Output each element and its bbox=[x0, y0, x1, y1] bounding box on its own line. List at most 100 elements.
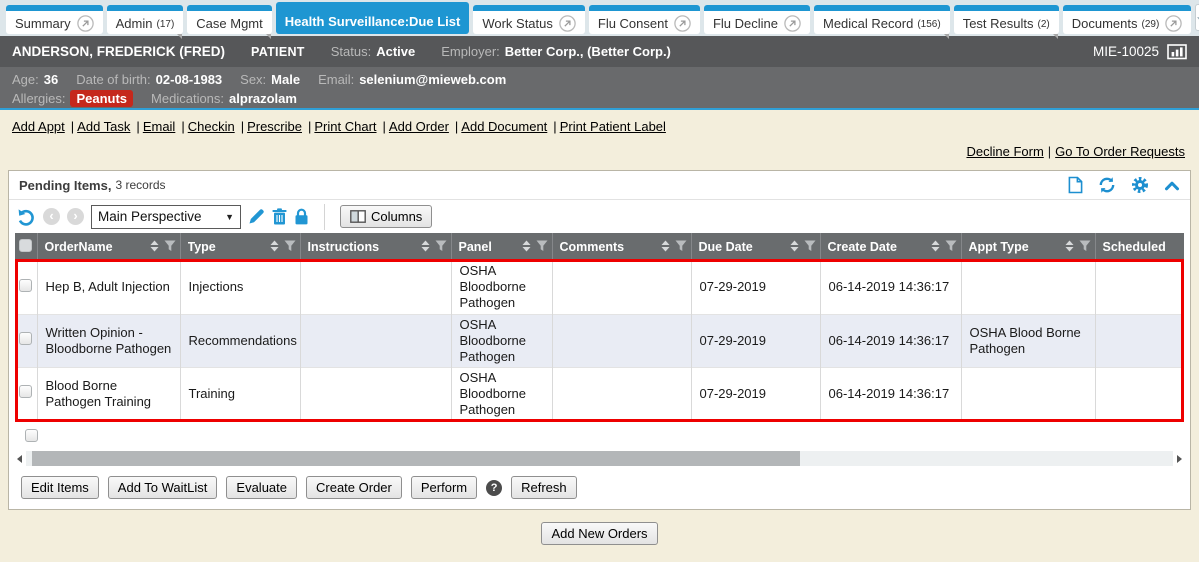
refresh-icon[interactable] bbox=[1098, 176, 1116, 194]
edit-pencil-icon[interactable] bbox=[248, 208, 265, 225]
columns-button[interactable]: Columns bbox=[340, 205, 432, 228]
filter-icon[interactable] bbox=[284, 240, 296, 255]
tab-flu-consent[interactable]: Flu Consent bbox=[589, 5, 700, 34]
tab-summary[interactable]: Summary bbox=[6, 5, 103, 34]
chevron-down-icon: ▼ bbox=[225, 212, 234, 222]
tab-work-status[interactable]: Work Status bbox=[473, 5, 585, 34]
collapse-chevron-icon[interactable] bbox=[1164, 180, 1180, 191]
filter-icon[interactable] bbox=[945, 240, 957, 255]
tab-corner-fold-icon bbox=[1053, 34, 1058, 39]
sort-icon[interactable] bbox=[790, 240, 799, 255]
sort-icon[interactable] bbox=[1065, 240, 1074, 255]
tab-overflow-button[interactable] bbox=[1195, 4, 1199, 31]
row-checkbox[interactable] bbox=[19, 385, 32, 398]
add-order-link[interactable]: Add Order bbox=[389, 119, 461, 134]
sort-icon[interactable] bbox=[931, 240, 940, 255]
cell-due-date: 07-29-2019 bbox=[691, 367, 820, 420]
select-all-bottom-checkbox[interactable] bbox=[25, 429, 38, 442]
new-document-icon[interactable] bbox=[1068, 176, 1083, 194]
open-in-new-icon[interactable] bbox=[559, 15, 576, 32]
bar-chart-icon[interactable] bbox=[1167, 44, 1187, 60]
tab-medical-record[interactable]: Medical Record (156) bbox=[814, 5, 950, 34]
edit-items-button[interactable]: Edit Items bbox=[21, 476, 99, 499]
column-header-instructions[interactable]: Instructions bbox=[300, 233, 451, 261]
decline-form-link[interactable]: Decline Form bbox=[966, 144, 1043, 159]
column-header-comments[interactable]: Comments bbox=[552, 233, 691, 261]
select-all-checkbox[interactable] bbox=[19, 239, 32, 252]
tab-test-results[interactable]: Test Results (2) bbox=[954, 5, 1059, 34]
column-header-type[interactable]: Type bbox=[180, 233, 300, 261]
filter-icon[interactable] bbox=[435, 240, 447, 255]
column-header-scheduled[interactable]: Scheduled bbox=[1095, 233, 1184, 261]
cell-type: Recommendations bbox=[180, 314, 300, 367]
add-task-link[interactable]: Add Task bbox=[77, 119, 143, 134]
add-to-waitlist-button[interactable]: Add To WaitList bbox=[108, 476, 218, 499]
patient-age: 36 bbox=[44, 70, 58, 89]
lock-icon[interactable] bbox=[294, 208, 309, 225]
header-row: OrderName Type Instructions Panel Commen… bbox=[15, 233, 1184, 261]
cell-instructions bbox=[300, 261, 451, 314]
tab-documents[interactable]: Documents (29) bbox=[1063, 5, 1192, 34]
column-header-due-date[interactable]: Due Date bbox=[691, 233, 820, 261]
open-in-new-icon[interactable] bbox=[674, 15, 691, 32]
scrollbar-thumb[interactable] bbox=[32, 451, 800, 466]
print-chart-link[interactable]: Print Chart bbox=[314, 119, 389, 134]
sort-icon[interactable] bbox=[421, 240, 430, 255]
patient-header-bar: ANDERSON, FREDERICK (FRED) PATIENT Statu… bbox=[0, 36, 1199, 67]
sort-icon[interactable] bbox=[522, 240, 531, 255]
undo-icon[interactable] bbox=[17, 208, 36, 226]
column-header-appt-type[interactable]: Appt Type bbox=[961, 233, 1095, 261]
checkin-link[interactable]: Checkin bbox=[188, 119, 247, 134]
tab-case-mgmt[interactable]: Case Mgmt bbox=[187, 5, 271, 34]
trash-icon[interactable] bbox=[272, 208, 287, 225]
pending-items-grid: OrderName Type Instructions Panel Commen… bbox=[15, 233, 1184, 420]
filter-icon[interactable] bbox=[804, 240, 816, 255]
sort-icon[interactable] bbox=[661, 240, 670, 255]
tab-flu-decline[interactable]: Flu Decline bbox=[704, 5, 810, 34]
tab-admin[interactable]: Admin (17) bbox=[107, 5, 184, 34]
order-links: Decline Form|Go To Order Requests bbox=[0, 138, 1199, 167]
employer-value: Better Corp., (Better Corp.) bbox=[505, 44, 671, 59]
scroll-left-arrow[interactable] bbox=[17, 455, 22, 463]
tab-health-surveillance-due-list[interactable]: Health Surveillance:Due List bbox=[276, 2, 470, 34]
cell-comments bbox=[552, 261, 691, 314]
refresh-button[interactable]: Refresh bbox=[511, 476, 577, 499]
filter-icon[interactable] bbox=[536, 240, 548, 255]
help-icon[interactable]: ? bbox=[486, 480, 502, 496]
column-header-ordername[interactable]: OrderName bbox=[37, 233, 180, 261]
cell-type: Training bbox=[180, 367, 300, 420]
column-header-panel[interactable]: Panel bbox=[451, 233, 552, 261]
go-to-order-requests-link[interactable]: Go To Order Requests bbox=[1055, 144, 1185, 159]
filter-icon[interactable] bbox=[164, 240, 176, 255]
prescribe-link[interactable]: Prescribe bbox=[247, 119, 314, 134]
add-document-link[interactable]: Add Document bbox=[461, 119, 559, 134]
sort-icon[interactable] bbox=[270, 240, 279, 255]
filter-icon[interactable] bbox=[1079, 240, 1091, 255]
row-checkbox[interactable] bbox=[19, 279, 32, 292]
perspective-select[interactable]: Main Perspective ▼ bbox=[91, 205, 241, 229]
add-appt-link[interactable]: Add Appt bbox=[12, 119, 77, 134]
scrollbar-track[interactable] bbox=[26, 451, 1173, 466]
cell-appt-type bbox=[961, 367, 1095, 420]
scroll-right-arrow[interactable] bbox=[1177, 455, 1182, 463]
open-in-new-icon[interactable] bbox=[77, 15, 94, 32]
email-link[interactable]: Email bbox=[143, 119, 188, 134]
evaluate-button[interactable]: Evaluate bbox=[226, 476, 297, 499]
horizontal-scrollbar[interactable] bbox=[17, 451, 1182, 466]
cell-create-date: 06-14-2019 14:36:17 bbox=[820, 314, 961, 367]
gear-icon[interactable] bbox=[1131, 176, 1149, 194]
perform-button[interactable]: Perform bbox=[411, 476, 477, 499]
add-new-orders-button[interactable]: Add New Orders bbox=[541, 522, 657, 545]
column-header-create-date[interactable]: Create Date bbox=[820, 233, 961, 261]
filter-icon[interactable] bbox=[675, 240, 687, 255]
row-checkbox[interactable] bbox=[19, 332, 32, 345]
sort-icon[interactable] bbox=[150, 240, 159, 255]
allergy-badge[interactable]: Peanuts bbox=[70, 90, 133, 107]
cell-due-date: 07-29-2019 bbox=[691, 261, 820, 314]
open-in-new-icon[interactable] bbox=[784, 15, 801, 32]
history-forward-icon[interactable]: › bbox=[67, 208, 84, 225]
open-in-new-icon[interactable] bbox=[1165, 15, 1182, 32]
history-back-icon[interactable]: ‹ bbox=[43, 208, 60, 225]
create-order-button[interactable]: Create Order bbox=[306, 476, 402, 499]
print-patient-label-link[interactable]: Print Patient Label bbox=[560, 119, 666, 134]
